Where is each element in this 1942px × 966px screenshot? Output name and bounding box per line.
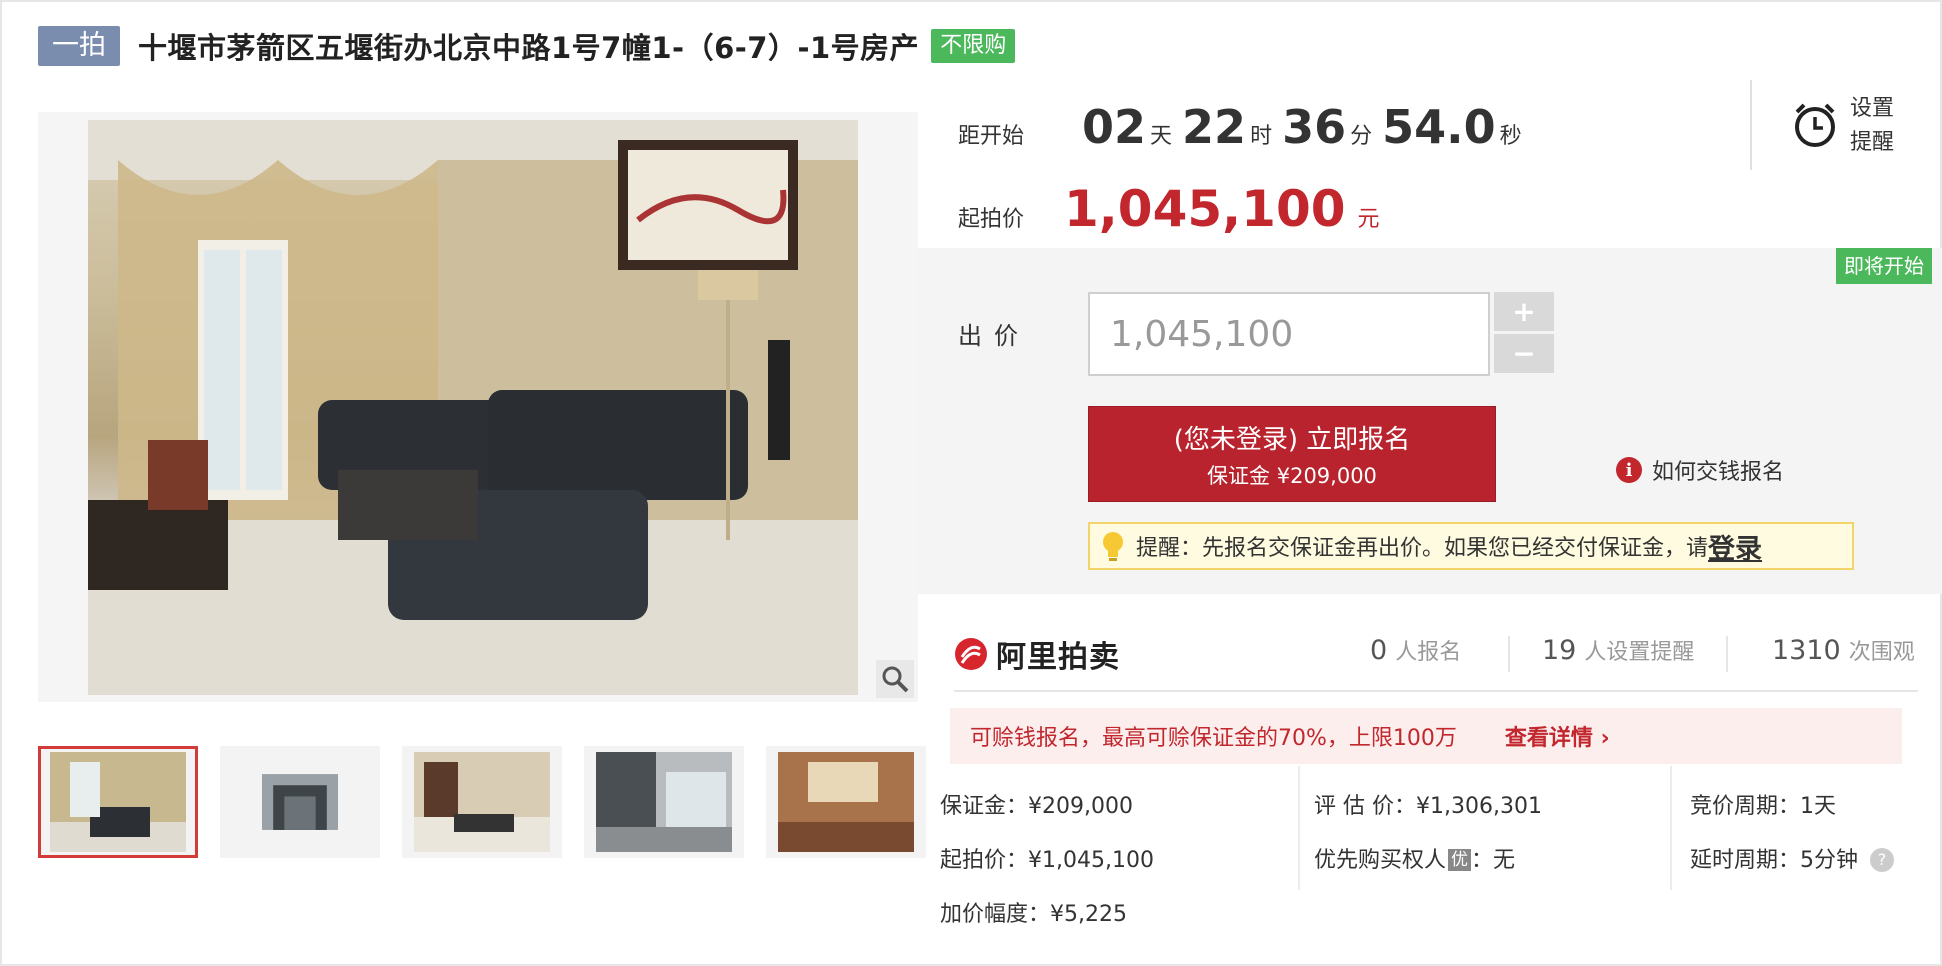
seconds-unit: 秒	[1499, 124, 1522, 149]
priority-buyer: 优先购买权人优：无	[1314, 842, 1515, 874]
start-price-detail: 起拍价：¥1,045,100	[940, 848, 1154, 873]
signup-count-label: 人报名	[1395, 640, 1462, 665]
thumbnail-image	[414, 752, 550, 852]
decrease-bid-button[interactable]: −	[1494, 334, 1554, 373]
thumbnail-image	[262, 774, 338, 830]
magnifier-icon	[882, 666, 909, 693]
deposit: 保证金：¥209,000	[940, 794, 1133, 819]
signup-count-value: 0	[1370, 635, 1388, 666]
start-price-unit: 元	[1357, 207, 1380, 232]
help-icon[interactable]: ?	[1870, 848, 1894, 872]
reminder-line1: 设置	[1850, 96, 1895, 121]
thumbnail-image	[778, 752, 914, 852]
appraisal-price: 评 估 价：¥1,306,301	[1314, 794, 1542, 819]
thumbnail-1[interactable]	[38, 746, 198, 858]
main-photo[interactable]	[88, 120, 858, 695]
countdown-hours: 22	[1182, 100, 1247, 154]
lightbulb-icon	[1103, 532, 1123, 561]
purchase-limit-tag: 不限购	[931, 29, 1016, 63]
view-count-value: 1310	[1772, 635, 1841, 666]
minutes-unit: 分	[1350, 124, 1373, 149]
round-tag: 一拍	[38, 26, 120, 66]
login-notice: 提醒：先报名交保证金再出价。如果您已经交付保证金，请 登录	[1088, 522, 1854, 570]
separator	[954, 690, 1918, 692]
promo-text: 可赊钱报名，最高可赊保证金的70%，上限100万	[970, 726, 1457, 751]
extension-period: 延时周期：5分钟?	[1690, 842, 1894, 874]
how-to-pay-label: 如何交钱报名	[1652, 460, 1785, 485]
start-price: 起拍价 1,045,100 元	[958, 180, 1380, 238]
bid-label: 出价	[958, 322, 1030, 350]
start-price-label: 起拍价	[958, 207, 1025, 232]
signup-main-label: (您未登录) 立即报名	[1173, 425, 1411, 455]
view-count: 1310 次围观	[1772, 634, 1915, 666]
countdown-minutes: 36	[1282, 100, 1347, 154]
zoom-button[interactable]	[876, 660, 914, 698]
bidding-period: 竞价周期：1天	[1690, 794, 1836, 819]
column-divider	[1670, 766, 1672, 890]
countdown-days: 02	[1082, 100, 1147, 154]
ali-auction-logo-icon	[955, 638, 987, 670]
priority-badge: 优	[1448, 849, 1472, 871]
hours-unit: 时	[1250, 124, 1273, 149]
thumbnail-4[interactable]	[584, 746, 744, 858]
thumbnail-image	[50, 752, 186, 852]
countdown-label: 距开始	[958, 124, 1025, 149]
priority-buyer-value: ：无	[1471, 848, 1516, 873]
extension-period-value: 延时周期：5分钟	[1690, 848, 1858, 873]
divider	[1726, 636, 1728, 672]
countdown-seconds: 54.0	[1382, 100, 1496, 154]
thumbnail-2[interactable]	[220, 746, 380, 858]
how-to-pay-link[interactable]: i 如何交钱报名	[1616, 454, 1784, 486]
thumbnail-3[interactable]	[402, 746, 562, 858]
login-link[interactable]: 登录	[1708, 527, 1762, 566]
set-reminder-button[interactable]: 设置 提醒	[1750, 80, 1900, 170]
column-divider	[1298, 766, 1300, 890]
bid-panel: 即将开始 出价 + − (您未登录) 立即报名 保证金 ¥209,000 i 如…	[918, 248, 1942, 594]
increase-bid-button[interactable]: +	[1494, 292, 1554, 331]
divider	[1508, 636, 1510, 672]
signup-deposit-label: 保证金 ¥209,000	[1207, 464, 1377, 488]
thumbnail-5[interactable]	[766, 746, 926, 858]
reminder-label: 设置 提醒	[1850, 92, 1894, 160]
main-photo-container[interactable]	[38, 112, 918, 702]
thumbnail-image	[596, 752, 732, 852]
notice-text: 提醒：先报名交保证金再出价。如果您已经交付保证金，请	[1136, 536, 1709, 561]
view-details-link[interactable]: 查看详情 ›	[1505, 720, 1610, 752]
view-count-label: 次围观	[1848, 640, 1915, 665]
alarm-clock-icon	[1795, 103, 1835, 147]
bid-amount-input[interactable]	[1088, 292, 1490, 376]
page-title: 十堰市茅箭区五堰街办北京中路1号7幢1-（6-7）-1号房产	[138, 31, 920, 65]
brand: 阿里拍卖	[954, 632, 1120, 676]
info-icon: i	[1616, 457, 1642, 483]
brand-name: 阿里拍卖	[996, 640, 1120, 675]
priority-buyer-label: 优先购买权人	[1314, 848, 1447, 873]
signup-count: 0 人报名	[1370, 634, 1461, 666]
reminder-count: 19 人设置提醒	[1542, 634, 1694, 666]
status-badge: 即将开始	[1836, 248, 1932, 284]
reminder-line2: 提醒	[1850, 130, 1895, 155]
days-unit: 天	[1150, 124, 1173, 149]
reminder-count-value: 19	[1542, 635, 1577, 666]
bid-increment: 加价幅度：¥5,225	[940, 902, 1127, 927]
start-price-value: 1,045,100	[1064, 180, 1346, 238]
reminder-count-label: 人设置提醒	[1584, 640, 1695, 665]
credit-promo-banner: 可赊钱报名，最高可赊保证金的70%，上限100万 查看详情 ›	[950, 708, 1902, 764]
countdown: 距开始 02 天 22 时 36 分 54.0 秒	[958, 100, 1522, 154]
signup-button[interactable]: (您未登录) 立即报名 保证金 ¥209,000	[1088, 406, 1496, 502]
title-row: 一拍 十堰市茅箭区五堰街办北京中路1号7幢1-（6-7）-1号房产 不限购	[38, 24, 1016, 68]
